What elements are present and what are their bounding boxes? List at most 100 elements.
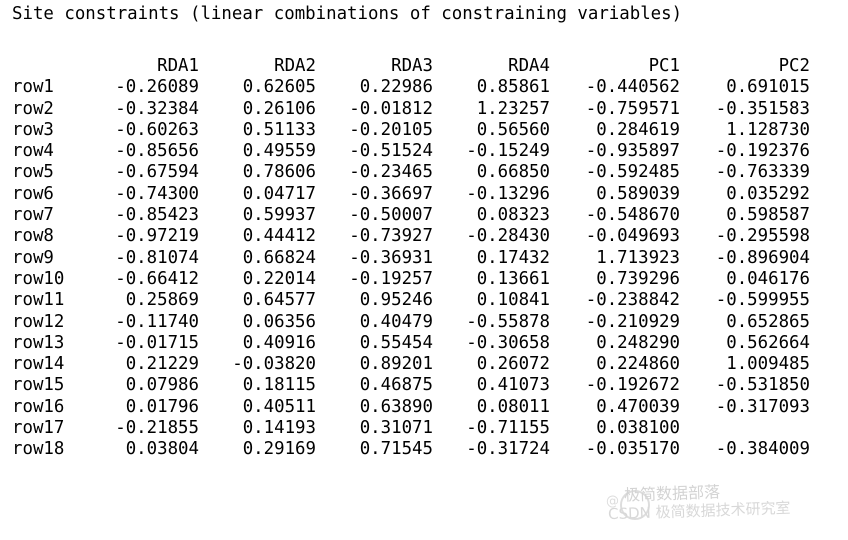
cell-rda3: 0.31071	[359, 418, 433, 439]
row-label: row5	[12, 162, 54, 183]
row-label: row10	[12, 268, 65, 289]
cell-pc1: 1.713923	[596, 247, 680, 268]
cell-rda3: -0.50007	[349, 205, 433, 226]
cell-rda2: 0.51133	[242, 119, 316, 140]
cell-pc1: 0.739296	[596, 268, 680, 289]
table-row: row4 -0.85656 0.49559 -0.51524 -0.15249 -0.93…	[12, 141, 810, 162]
cell-rda1: -0.01715	[115, 332, 199, 353]
column-header-pc2: PC2	[778, 56, 810, 76]
cell-rda3: 0.63890	[359, 396, 433, 417]
row-label: row2	[12, 98, 54, 119]
cell-rda4: -0.55878	[466, 311, 550, 332]
cell-pc1: -0.210929	[585, 311, 680, 332]
cell-rda2: 0.78606	[242, 162, 316, 183]
table-row: row5 -0.67594 0.78606 -0.23465 0.66850 -0.592…	[12, 162, 810, 183]
cell-rda1: -0.60263	[115, 119, 199, 140]
cell-rda1: -0.85423	[115, 205, 199, 226]
cell-rda4: 0.66850	[476, 162, 550, 183]
cell-pc2: -0.599955	[715, 290, 810, 311]
table-row: row8 -0.97219 0.44412 -0.73927 -0.28430 -0.04…	[12, 226, 810, 247]
cell-rda2: 0.40511	[242, 396, 316, 417]
cell-rda3: -0.23465	[349, 162, 433, 183]
cell-rda3: -0.19257	[349, 268, 433, 289]
cell-rda1: -0.11740	[115, 311, 199, 332]
cell-pc1: -0.192672	[585, 375, 680, 396]
watermark-badge: @	[606, 494, 619, 509]
cell-pc2: 0.691015	[726, 77, 810, 98]
cell-rda4: 0.41073	[476, 375, 550, 396]
table-row: row11 0.25869 0.64577 0.95246 0.10841 -0.2388…	[12, 290, 810, 311]
cell-pc1: 0.224860	[596, 354, 680, 375]
cell-pc2: -0.192376	[715, 141, 810, 162]
cell-pc2: -0.763339	[715, 162, 810, 183]
cell-pc1: -0.548670	[585, 205, 680, 226]
row-label: row16	[12, 396, 65, 417]
cell-rda2: -0.03820	[232, 354, 316, 375]
cell-rda4: -0.31724	[466, 439, 550, 460]
row-label: row7	[12, 205, 54, 226]
cell-rda4: 0.26072	[476, 354, 550, 375]
row-label: row8	[12, 226, 54, 247]
watermark: @ 极简数据部落 CSDN 极简数据技术研究室	[606, 478, 842, 536]
cell-rda3: -0.36697	[349, 183, 433, 204]
cell-pc2: -0.384009	[715, 439, 810, 460]
cell-rda1: -0.74300	[115, 183, 199, 204]
cell-pc2: -0.317093	[715, 396, 810, 417]
watermark-line-secondary: CSDN 极简数据技术研究室	[607, 498, 791, 524]
cell-rda2: 0.04717	[242, 183, 316, 204]
cell-pc2: 1.128730	[726, 119, 810, 140]
cell-pc1: -0.935897	[585, 141, 680, 162]
table-header-row: RDA1 RDA2 RDA3 RDA4 PC1 PC2	[12, 56, 810, 77]
row-label: row6	[12, 183, 54, 204]
row-label: row17	[12, 418, 65, 439]
cell-rda2: 0.40916	[242, 332, 316, 353]
cell-rda3: -0.20105	[349, 119, 433, 140]
table-row: row13 -0.01715 0.40916 0.55454 -0.30658 0.248…	[12, 333, 810, 354]
cell-pc1: 0.248290	[596, 332, 680, 353]
cell-pc2: 0.562664	[726, 332, 810, 353]
watermark-line-primary: 极简数据部落	[623, 482, 721, 505]
cell-rda4: 0.08011	[476, 396, 550, 417]
cell-rda2: 0.62605	[242, 77, 316, 98]
row-label: row4	[12, 141, 54, 162]
cell-rda2: 0.22014	[242, 268, 316, 289]
column-header-rda2: RDA2	[274, 56, 316, 76]
cell-pc1: 0.589039	[596, 183, 680, 204]
cell-pc2	[680, 418, 810, 439]
cell-rda3: 0.89201	[359, 354, 433, 375]
cell-rda3: 0.40479	[359, 311, 433, 332]
table-row: row18 0.03804 0.29169 0.71545 -0.31724 -0.035…	[12, 439, 810, 460]
cell-rda1: -0.97219	[115, 226, 199, 247]
table-header: RDA1 RDA2 RDA3 RDA4 PC1 PC2	[12, 56, 810, 77]
table-row: row10 -0.66412 0.22014 -0.19257 0.13661 0.739…	[12, 269, 810, 290]
cell-rda3: 0.46875	[359, 375, 433, 396]
cell-rda4: -0.30658	[466, 332, 550, 353]
column-header-rda1: RDA1	[157, 56, 199, 76]
row-label: row18	[12, 439, 65, 460]
cell-rda3: 0.71545	[359, 439, 433, 460]
cell-pc1: -0.759571	[585, 98, 680, 119]
cell-rda1: -0.32384	[115, 98, 199, 119]
cell-rda1: -0.21855	[115, 418, 199, 439]
page-title: Site constraints (linear combinations of…	[12, 4, 683, 24]
cell-rda1: -0.81074	[115, 247, 199, 268]
cell-rda2: 0.66824	[242, 247, 316, 268]
site-constraints-table: RDA1 RDA2 RDA3 RDA4 PC1 PC2 row1 -0.26089…	[12, 56, 810, 461]
row-label-header	[12, 56, 82, 77]
cell-pc1: -0.035170	[585, 439, 680, 460]
cell-rda1: 0.21229	[125, 354, 199, 375]
cell-rda1: -0.26089	[115, 77, 199, 98]
cell-pc2: 1.009485	[726, 354, 810, 375]
cell-pc2: 0.598587	[726, 205, 810, 226]
cell-rda2: 0.44412	[242, 226, 316, 247]
cell-rda4: 0.85861	[476, 77, 550, 98]
cell-rda2: 0.29169	[242, 439, 316, 460]
cell-rda1: 0.07986	[125, 375, 199, 396]
cell-pc2: 0.652865	[726, 311, 810, 332]
cell-rda4: 0.10841	[476, 290, 550, 311]
cell-rda2: 0.18115	[242, 375, 316, 396]
cell-rda2: 0.64577	[242, 290, 316, 311]
cell-pc2: -0.351583	[715, 98, 810, 119]
cell-rda4: 0.08323	[476, 205, 550, 226]
cell-rda1: -0.85656	[115, 141, 199, 162]
